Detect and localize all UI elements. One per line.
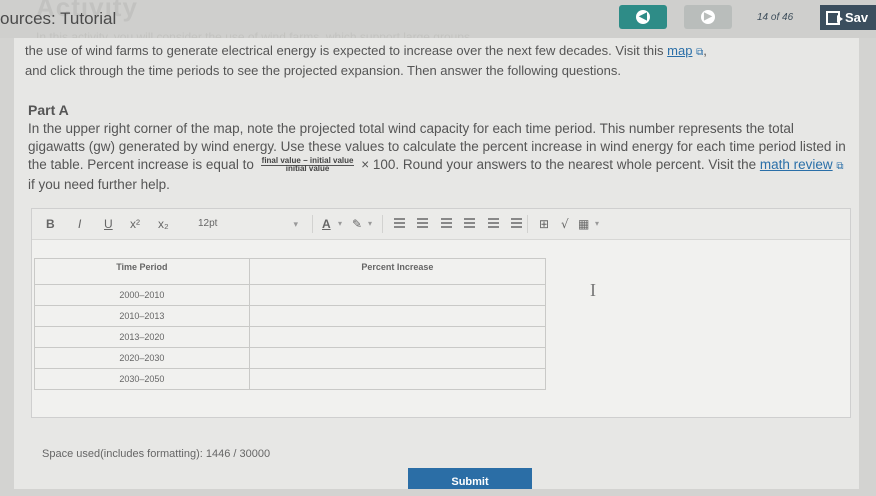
next-button[interactable]: ▶ [684,5,732,29]
underline-button[interactable]: U [104,216,113,232]
chevron-down-icon[interactable]: ▾ [595,216,599,232]
percent-increase-cell[interactable] [248,347,547,369]
time-period-cell: 2010–2013 [34,305,250,327]
answer-table: Time Period Percent Increase 2000–2010 2… [34,258,547,390]
part-a-title: Part A [28,102,69,118]
table-row: 2000–2010 [34,284,547,306]
bullet-list-icon[interactable] [394,218,405,229]
fraction-denominator: initial value [285,164,330,174]
rich-text-editor[interactable]: B I U x² x₂ 12pt ▾ A ▾ ✎ ▾ ⊞ √ ▦ ▾ Time … [31,208,851,418]
table-row: 2010–2013 [34,305,547,327]
editor-content[interactable]: Time Period Percent Increase 2000–2010 2… [32,240,850,416]
space-used-counter: Space used(includes formatting): 1446 / … [42,448,271,460]
outdent-icon[interactable] [441,218,452,229]
time-period-cell: 2030–2050 [34,368,250,390]
table-header-percent-increase: Percent Increase [248,258,547,285]
map-link[interactable]: map [667,43,692,58]
part-a-instructions: In the upper right corner of the map, no… [28,120,853,194]
font-size-value: 12pt [198,218,218,229]
table-insert-icon[interactable]: ▦ [578,216,589,232]
special-characters-icon[interactable]: ⊞ [539,216,549,232]
font-color-icon[interactable]: A [322,216,331,232]
percent-increase-cell[interactable] [248,284,547,306]
italic-button[interactable]: I [78,216,81,232]
breadcrumb[interactable]: ources: Tutorial [0,9,116,29]
toolbar-divider [382,215,383,233]
align-left-icon[interactable] [464,218,475,229]
intro-line-1-end: , [703,43,707,58]
numbered-list-icon[interactable] [417,218,428,229]
intro-line-1: the use of wind farms to generate electr… [25,43,668,58]
table-row: 2030–2050 [34,368,547,390]
equation-icon[interactable]: √ [561,216,569,232]
table-header-time-period: Time Period [34,258,250,285]
toolbar-divider [312,215,313,233]
subscript-button[interactable]: x₂ [158,216,169,232]
bold-button[interactable]: B [46,216,55,232]
save-exit-button[interactable]: Sav [820,5,876,30]
intro-line-2: and click through the time periods to se… [25,63,621,78]
instructions-text-3: if you need further help. [28,177,170,192]
submit-button[interactable]: Submit [408,468,532,489]
intro-text: the use of wind farms to generate electr… [25,42,845,80]
chevron-down-icon[interactable]: ▾ [338,216,342,232]
time-period-cell: 2000–2010 [34,284,250,306]
time-period-cell: 2013–2020 [34,326,250,348]
instructions-text-2: × 100. Round your answers to the nearest… [361,157,760,172]
arrow-right-circle-icon: ▶ [701,10,715,24]
math-review-link[interactable]: math review [760,157,833,172]
editor-toolbar: B I U x² x₂ 12pt ▾ A ▾ ✎ ▾ ⊞ √ ▦ ▾ [32,209,850,240]
font-size-select[interactable]: 12pt ▾ [198,216,298,232]
external-link-icon: ⧉ [836,161,844,172]
content-panel: the use of wind farms to generate electr… [14,38,859,489]
save-exit-label: Sav [845,10,869,25]
time-period-cell: 2020–2030 [34,347,250,369]
percent-increase-cell[interactable] [248,305,547,327]
previous-button[interactable]: ◀ [619,5,667,29]
arrow-left-circle-icon: ◀ [636,10,650,24]
align-right-icon[interactable] [511,218,522,229]
align-center-icon[interactable] [488,218,499,229]
top-bar: Activity ources: Tutorial In this activi… [0,0,876,44]
percent-increase-cell[interactable] [248,368,547,390]
table-row: 2013–2020 [34,326,547,348]
percent-increase-cell[interactable] [248,326,547,348]
text-cursor-icon: I [590,280,596,300]
page-counter: 14 of 46 [757,12,794,23]
table-row: 2020–2030 [34,347,547,369]
toolbar-divider [527,215,528,233]
highlight-icon[interactable]: ✎ [352,216,362,232]
save-exit-icon [826,10,843,25]
superscript-button[interactable]: x² [130,216,140,232]
chevron-down-icon[interactable]: ▾ [368,216,372,232]
chevron-down-icon: ▾ [293,219,298,229]
percent-increase-fraction: final value − initial value initial valu… [260,156,355,174]
